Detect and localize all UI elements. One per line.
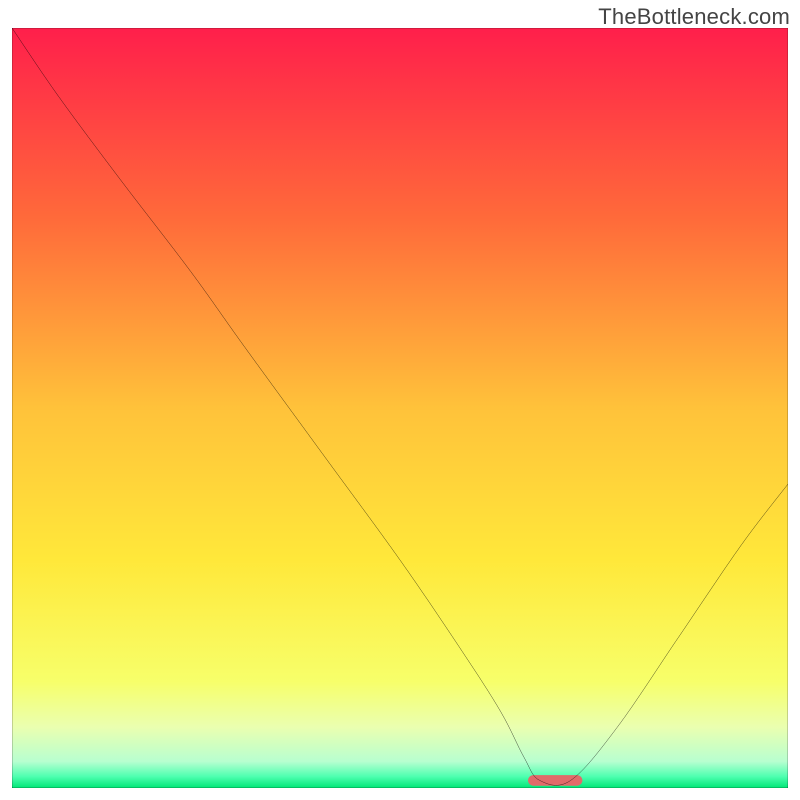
- optimum-marker: [528, 775, 582, 786]
- plot-svg: [12, 28, 788, 788]
- chart-container: TheBottleneck.com: [0, 0, 800, 800]
- bottleneck-plot: [12, 28, 788, 788]
- watermark-label: TheBottleneck.com: [598, 4, 790, 30]
- gradient-backdrop: [12, 28, 788, 788]
